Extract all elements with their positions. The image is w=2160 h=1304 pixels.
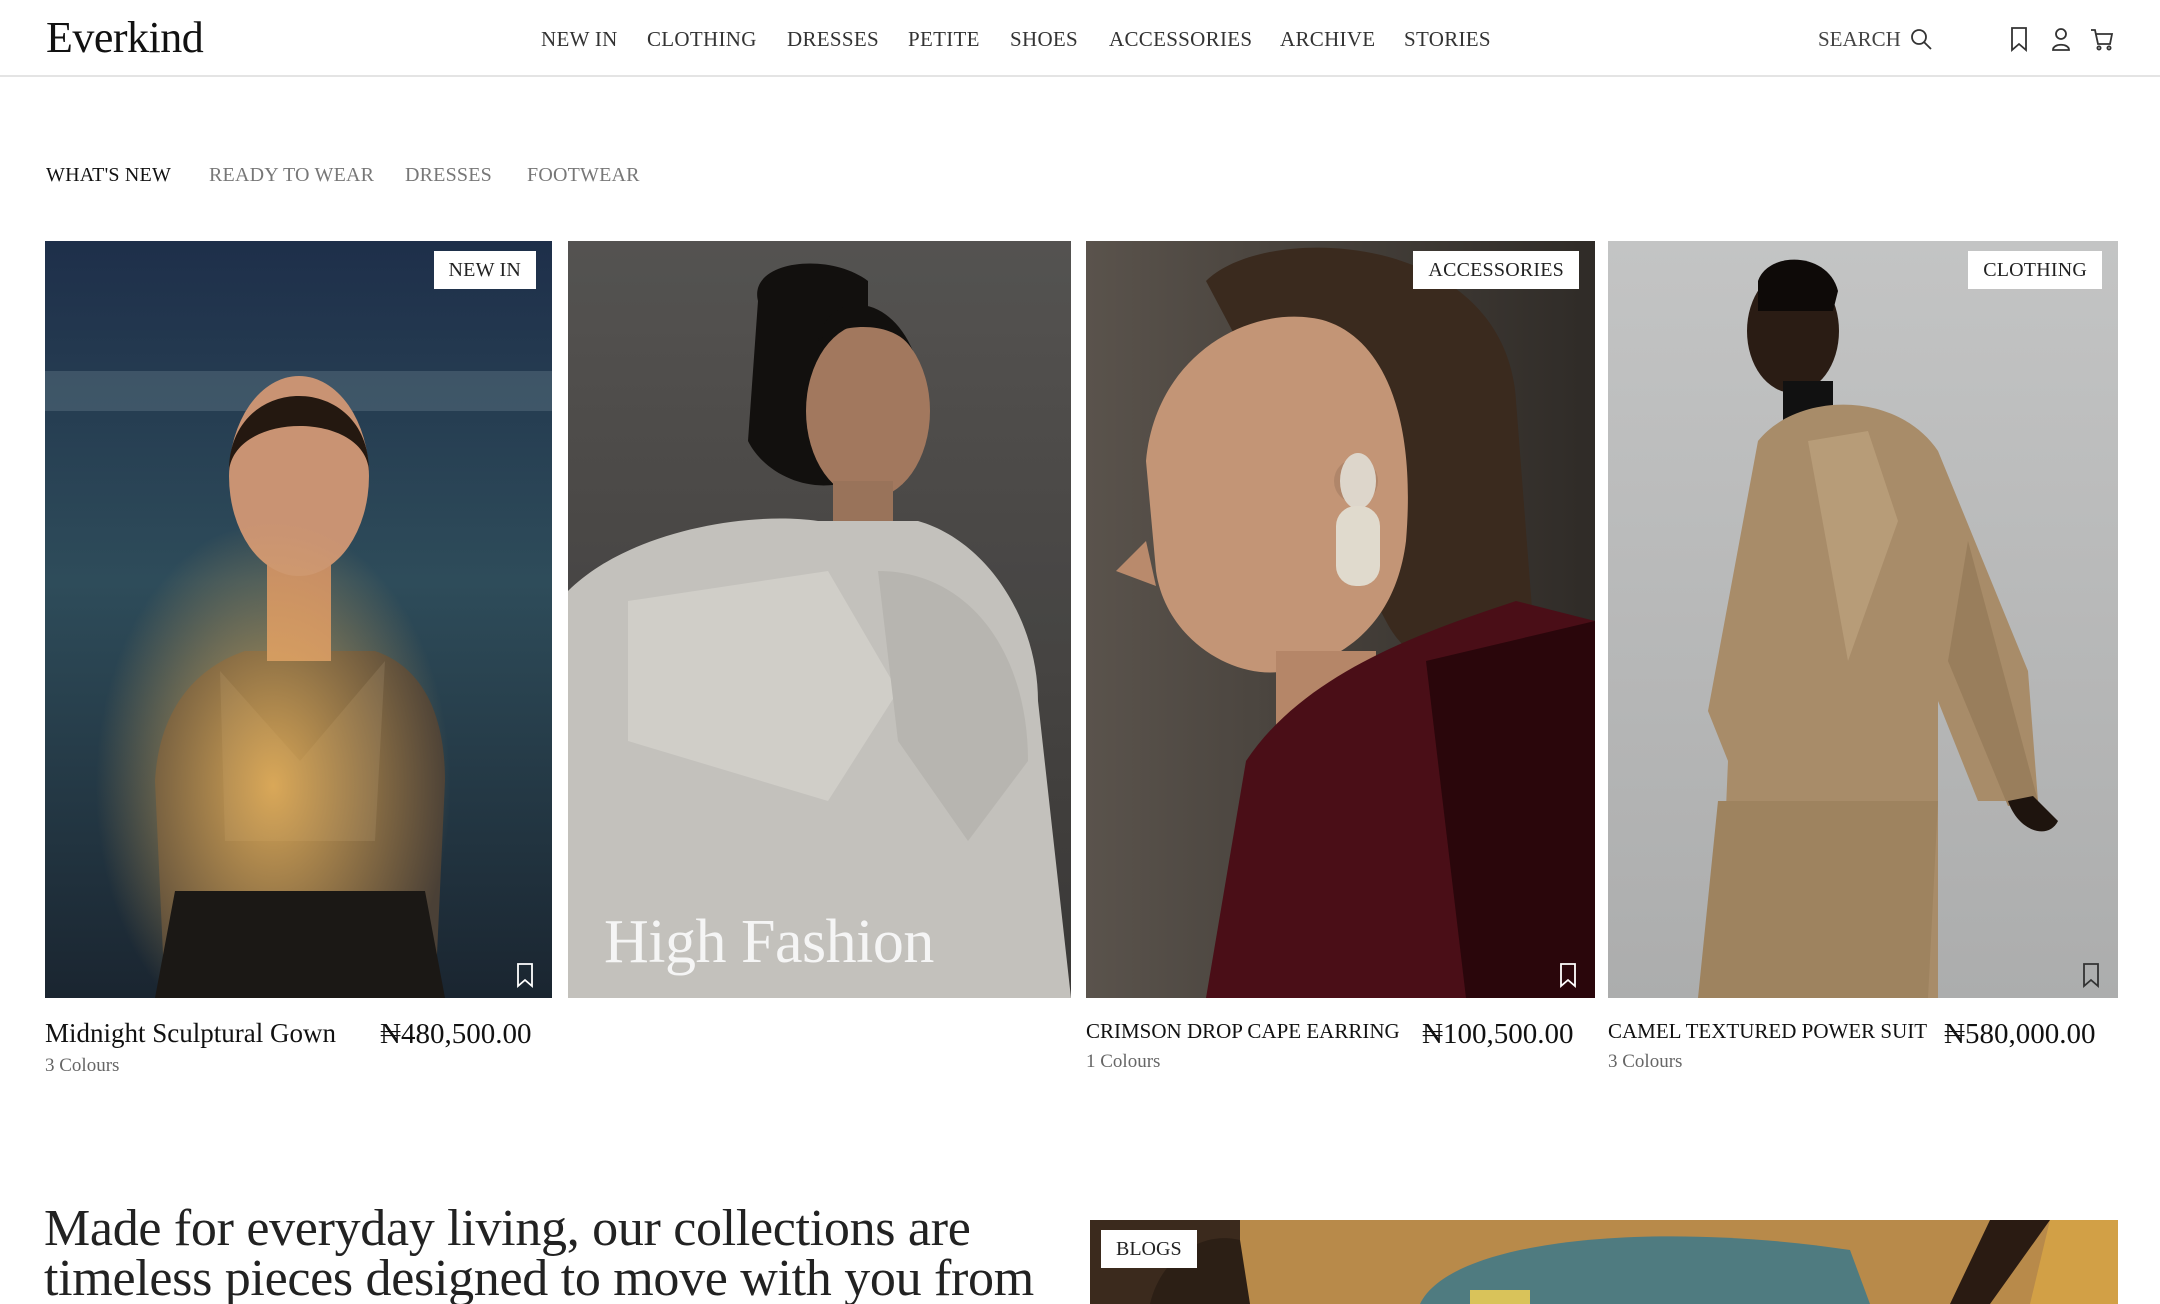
tab-whats-new[interactable]: WHAT'S NEW [46, 160, 171, 190]
high-fashion-feature[interactable]: High Fashion [568, 241, 1071, 998]
search-button[interactable]: SEARCH [1818, 24, 1933, 54]
nav-item-new-in[interactable]: NEW IN [541, 24, 618, 54]
product-colors: 1 Colours [1086, 1051, 1161, 1072]
tab-dresses[interactable]: DRESSES [405, 160, 492, 190]
bookmark-icon[interactable] [2007, 26, 2031, 52]
blog-card[interactable]: BLOGS [1090, 1220, 2118, 1304]
tab-footwear[interactable]: FOOTWEAR [527, 160, 640, 190]
product-image-earring[interactable]: ACCESSORIES [1086, 241, 1595, 998]
nav-item-accessories[interactable]: ACCESSORIES [1109, 24, 1252, 54]
product-price: ₦580,000.00 [1944, 1018, 2096, 1050]
suit-photo [1608, 241, 2118, 998]
product-image-gown[interactable]: NEW IN [45, 241, 552, 998]
category-tabs: WHAT'S NEW READY TO WEAR DRESSES FOOTWEA… [0, 160, 900, 190]
product-name[interactable]: Midnight Sculptural Gown [45, 1018, 336, 1049]
product-colors: 3 Colours [1608, 1051, 1683, 1072]
product-name[interactable]: CAMEL TEXTURED POWER SUIT [1608, 1019, 1927, 1044]
site-header: Everkind NEW IN CLOTHING DRESSES PETITE … [0, 0, 2160, 77]
search-icon [1910, 29, 1932, 50]
collection-tagline: Made for everyday living, our collection… [44, 1200, 1034, 1304]
search-label: SEARCH [1818, 26, 1901, 51]
product-badge: NEW IN [433, 251, 536, 289]
product-badge: CLOTHING [1968, 251, 2102, 289]
product-colors: 3 Colours [45, 1055, 120, 1076]
bookmark-icon[interactable] [2080, 962, 2102, 988]
product-badge: ACCESSORIES [1413, 251, 1579, 289]
user-icon[interactable] [2049, 26, 2073, 52]
bookmark-icon[interactable] [1557, 962, 1579, 988]
high-fashion-title: High Fashion [604, 908, 934, 976]
nav-item-shoes[interactable]: SHOES [1010, 24, 1078, 54]
product-price: ₦480,500.00 [380, 1018, 532, 1050]
product-name[interactable]: CRIMSON DROP CAPE EARRING [1086, 1019, 1400, 1044]
product-image-suit[interactable]: CLOTHING [1608, 241, 2118, 998]
tab-ready-to-wear[interactable]: READY TO WEAR [209, 160, 374, 190]
nav-item-dresses[interactable]: DRESSES [787, 24, 879, 54]
nav-item-petite[interactable]: PETITE [908, 24, 980, 54]
nav-item-stories[interactable]: STORIES [1404, 24, 1491, 54]
nav-item-archive[interactable]: ARCHIVE [1280, 24, 1375, 54]
gown-photo [45, 241, 552, 998]
blog-badge: BLOGS [1101, 1230, 1197, 1268]
nav-item-clothing[interactable]: CLOTHING [647, 24, 757, 54]
earring-photo [1086, 241, 1595, 998]
bookmark-icon[interactable] [514, 962, 536, 988]
blog-artwork [1090, 1220, 2118, 1304]
product-price: ₦100,500.00 [1422, 1018, 1574, 1050]
high-fashion-photo [568, 241, 1071, 998]
cart-icon[interactable] [2090, 26, 2114, 52]
